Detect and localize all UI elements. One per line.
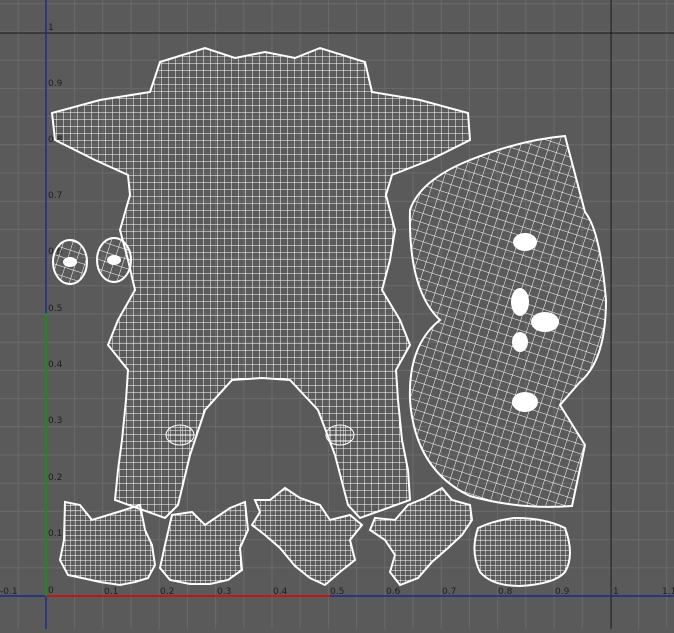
head-pole bbox=[512, 332, 528, 352]
v-label: 0.5 bbox=[48, 304, 62, 314]
v-axis-labels: 1 0.9 0.8 0.7 0.6 0.5 0.4 0.3 0.2 0.1 0 bbox=[48, 23, 63, 596]
eye-right-island[interactable] bbox=[96, 237, 132, 283]
hand-left-island[interactable] bbox=[250, 486, 364, 587]
u-label: 0.2 bbox=[160, 587, 174, 597]
v-label: 0 bbox=[48, 586, 54, 596]
uv-editor-viewport[interactable]: 1 0.9 0.8 0.7 0.6 0.5 0.4 0.3 0.2 0.1 0 … bbox=[0, 0, 674, 629]
u-label: 1.1 bbox=[662, 587, 674, 597]
v-label: 0.9 bbox=[48, 79, 63, 89]
u-label: 0.3 bbox=[217, 587, 231, 597]
u-label: 0.5 bbox=[330, 587, 344, 597]
u-label: 0.1 bbox=[104, 587, 118, 597]
u-label: 0.9 bbox=[555, 587, 570, 597]
v-label: 0.4 bbox=[48, 360, 63, 370]
v-label: 0.3 bbox=[48, 416, 62, 426]
v-label: 0.7 bbox=[48, 191, 62, 201]
head-pole bbox=[531, 312, 559, 332]
u-label: 0.7 bbox=[442, 587, 456, 597]
mouth-island[interactable] bbox=[473, 516, 571, 588]
head-island[interactable] bbox=[408, 134, 608, 508]
head-pole bbox=[513, 233, 537, 251]
eye-left-island[interactable] bbox=[52, 239, 88, 285]
foot-right-island[interactable] bbox=[158, 500, 250, 585]
v-label: 0.1 bbox=[48, 529, 62, 539]
u-label: 1 bbox=[613, 587, 619, 597]
uv-canvas[interactable]: 1 0.9 0.8 0.7 0.6 0.5 0.4 0.3 0.2 0.1 0 … bbox=[0, 0, 674, 629]
u-label: 0.8 bbox=[498, 587, 513, 597]
u-label: -0.1 bbox=[0, 587, 18, 597]
head-pole bbox=[511, 288, 529, 316]
v-label: 1 bbox=[48, 23, 54, 33]
u-label: 0.4 bbox=[273, 587, 288, 597]
body-island[interactable] bbox=[50, 46, 472, 520]
foot-left-island[interactable] bbox=[58, 500, 157, 587]
head-pole bbox=[512, 392, 538, 412]
u-label: 0.6 bbox=[386, 587, 401, 597]
v-label: 0.2 bbox=[48, 473, 62, 483]
